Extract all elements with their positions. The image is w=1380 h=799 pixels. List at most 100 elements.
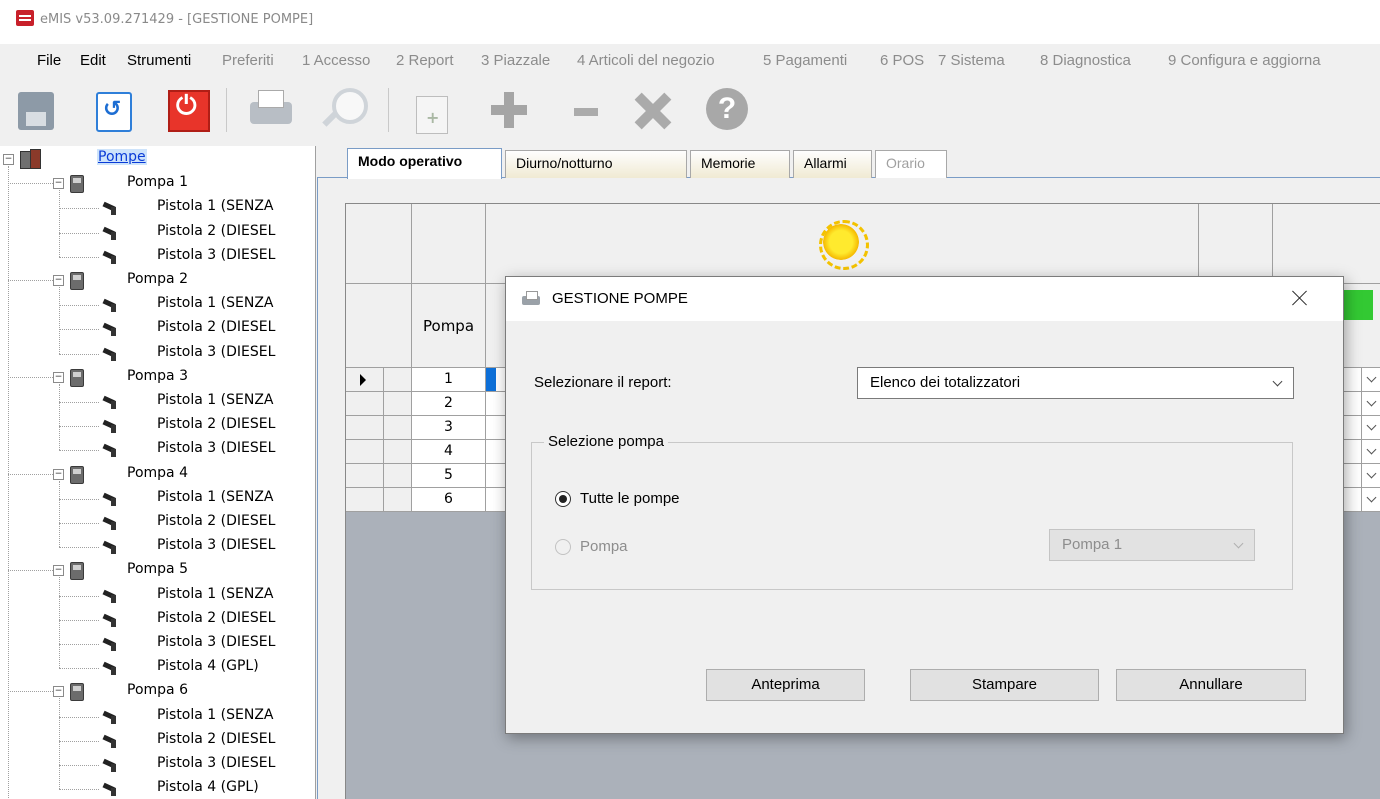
tree-item-nozzle[interactable]: Pistola 2 (DIESEL xyxy=(157,223,275,239)
tree-item-nozzle[interactable]: Pistola 3 (DIESEL xyxy=(157,755,275,771)
tree-item-nozzle[interactable]: Pistola 3 (DIESEL xyxy=(157,537,275,553)
tree-item-nozzle[interactable]: Pistola 1 (SENZA xyxy=(157,707,273,723)
remove-icon[interactable] xyxy=(562,86,610,134)
tree-item-nozzle[interactable]: Pistola 1 (SENZA xyxy=(157,586,273,602)
menu-item-3-piazzale[interactable]: 3 Piazzale xyxy=(481,52,550,69)
collapse-icon[interactable]: − xyxy=(53,371,64,383)
save-icon[interactable] xyxy=(12,86,60,134)
row-dropdown[interactable] xyxy=(1361,464,1380,488)
row-spacer-cell xyxy=(384,368,412,392)
menu-item-4-articoli-del-negozio[interactable]: 4 Articoli del negozio xyxy=(577,52,715,69)
add-icon[interactable] xyxy=(484,86,532,134)
collapse-icon[interactable]: − xyxy=(53,178,64,190)
tree-connector xyxy=(59,383,60,451)
row-selector[interactable] xyxy=(346,440,384,464)
tree-item-nozzle[interactable]: Pistola 2 (DIESEL xyxy=(157,610,275,626)
pump-number-cell[interactable]: 1 xyxy=(412,368,486,392)
tree-item-nozzle[interactable]: Pistola 2 (DIESEL xyxy=(157,416,275,432)
tab-memorie[interactable]: Memorie xyxy=(690,150,790,178)
menu-item-6-pos[interactable]: 6 POS xyxy=(880,52,924,69)
tree-item-nozzle[interactable]: Pistola 2 (DIESEL xyxy=(157,513,275,529)
row-dropdown[interactable] xyxy=(1361,392,1380,416)
pump-number-cell[interactable]: 2 xyxy=(412,392,486,416)
menu-item-edit[interactable]: Edit xyxy=(80,52,106,69)
tree-item-nozzle[interactable]: Pistola 2 (DIESEL xyxy=(157,731,275,747)
tree-item-pump[interactable]: Pompa 5 xyxy=(127,561,188,577)
row-dropdown[interactable] xyxy=(1361,416,1380,440)
tree-item-pump[interactable]: Pompa 2 xyxy=(127,271,188,287)
collapse-icon[interactable]: − xyxy=(53,468,64,480)
report-select[interactable]: Elenco dei totalizzatori xyxy=(857,367,1294,399)
pump-number-cell[interactable]: 3 xyxy=(412,416,486,440)
menu-item-1-accesso[interactable]: 1 Accesso xyxy=(302,52,370,69)
radio-single-pump-label[interactable]: Pompa xyxy=(580,538,628,555)
tree-connector xyxy=(59,547,99,549)
printer-icon[interactable] xyxy=(246,86,294,134)
title-bar: eMIS v53.09.271429 - [GESTIONE POMPE] xyxy=(0,0,1380,44)
row-dropdown[interactable] xyxy=(1361,440,1380,464)
menu-item-strumenti[interactable]: Strumenti xyxy=(127,52,191,69)
tree-item-pump[interactable]: Pompa 6 xyxy=(127,682,188,698)
collapse-icon[interactable]: − xyxy=(53,686,64,698)
grid-header-pompa: Pompa xyxy=(412,284,486,368)
tree-item-nozzle[interactable]: Pistola 1 (SENZA xyxy=(157,295,273,311)
menu-item-file[interactable]: File xyxy=(37,52,61,69)
tab-diurno-notturno[interactable]: Diurno/notturno xyxy=(505,150,687,178)
close-icon[interactable] xyxy=(1286,285,1314,313)
search-icon[interactable] xyxy=(318,86,368,134)
collapse-icon[interactable]: − xyxy=(3,154,14,165)
tab-modo-operativo[interactable]: Modo operativo xyxy=(347,148,502,179)
app-icon xyxy=(16,10,34,26)
new-document-icon[interactable] xyxy=(408,86,456,134)
row-dropdown[interactable] xyxy=(1361,488,1380,512)
help-icon[interactable] xyxy=(704,86,752,134)
pump-select[interactable]: Pompa 1 xyxy=(1049,529,1255,561)
undo-icon[interactable]: ↺ xyxy=(88,86,136,134)
tree-item-nozzle[interactable]: Pistola 3 (DIESEL xyxy=(157,634,275,650)
row-selector[interactable] xyxy=(346,368,384,392)
menu-item-5-pagamenti[interactable]: 5 Pagamenti xyxy=(763,52,847,69)
cancel-button[interactable]: Annullare xyxy=(1116,669,1306,701)
tree-item-nozzle[interactable]: Pistola 1 (SENZA xyxy=(157,392,273,408)
row-selector[interactable] xyxy=(346,488,384,512)
row-selector[interactable] xyxy=(346,416,384,440)
tree-item-nozzle[interactable]: Pistola 1 (SENZA xyxy=(157,489,273,505)
tree-item-nozzle[interactable]: Pistola 3 (DIESEL xyxy=(157,247,275,263)
row-selector[interactable] xyxy=(346,464,384,488)
grid-corner-top xyxy=(346,204,412,284)
preview-button[interactable]: Anteprima xyxy=(706,669,865,701)
grid-header-mode xyxy=(486,204,1199,284)
tools-icon[interactable] xyxy=(628,86,676,134)
tree-item-nozzle[interactable]: Pistola 2 (DIESEL xyxy=(157,319,275,335)
current-row-icon xyxy=(360,374,366,386)
tree-item-nozzle[interactable]: Pistola 3 (DIESEL xyxy=(157,440,275,456)
tree-item-nozzle[interactable]: Pistola 4 (GPL) xyxy=(157,779,259,795)
power-icon[interactable]: ⏻ xyxy=(162,86,210,134)
pump-tree[interactable]: − Pompe − Pompa 1 Pistola 1 (SENZA Pistola 2 … xyxy=(0,146,316,799)
menu-item-2-report[interactable]: 2 Report xyxy=(396,52,454,69)
tree-item-pump[interactable]: Pompa 4 xyxy=(127,465,188,481)
report-dialog: GESTIONE POMPE Selezionare il report: El… xyxy=(505,276,1344,734)
row-dropdown[interactable] xyxy=(1361,368,1380,392)
radio-all-pumps-label[interactable]: Tutte le pompe xyxy=(580,490,680,507)
collapse-icon[interactable]: − xyxy=(53,275,64,286)
menu-item-preferiti[interactable]: Preferiti xyxy=(222,52,274,69)
tree-item-nozzle[interactable]: Pistola 3 (DIESEL xyxy=(157,344,275,360)
tree-root-label[interactable]: Pompe xyxy=(97,149,147,165)
pump-number-cell[interactable]: 5 xyxy=(412,464,486,488)
collapse-icon[interactable]: − xyxy=(53,565,64,577)
print-button[interactable]: Stampare xyxy=(910,669,1099,701)
tab-allarmi[interactable]: Allarmi xyxy=(793,150,872,178)
tree-item-pump[interactable]: Pompa 1 xyxy=(127,174,188,190)
tree-item-nozzle[interactable]: Pistola 1 (SENZA xyxy=(157,198,273,214)
row-selector[interactable] xyxy=(346,392,384,416)
menu-item-9-configura-e-aggiorna[interactable]: 9 Configura e aggiorna xyxy=(1168,52,1321,69)
menu-item-7-sistema[interactable]: 7 Sistema xyxy=(938,52,1005,69)
menu-item-8-diagnostica[interactable]: 8 Diagnostica xyxy=(1040,52,1131,69)
pump-number-cell[interactable]: 4 xyxy=(412,440,486,464)
radio-single-pump[interactable] xyxy=(555,539,571,555)
pump-number-cell[interactable]: 6 xyxy=(412,488,486,512)
radio-all-pumps[interactable] xyxy=(555,491,571,507)
tree-item-nozzle[interactable]: Pistola 4 (GPL) xyxy=(157,658,259,674)
tree-item-pump[interactable]: Pompa 3 xyxy=(127,368,188,384)
